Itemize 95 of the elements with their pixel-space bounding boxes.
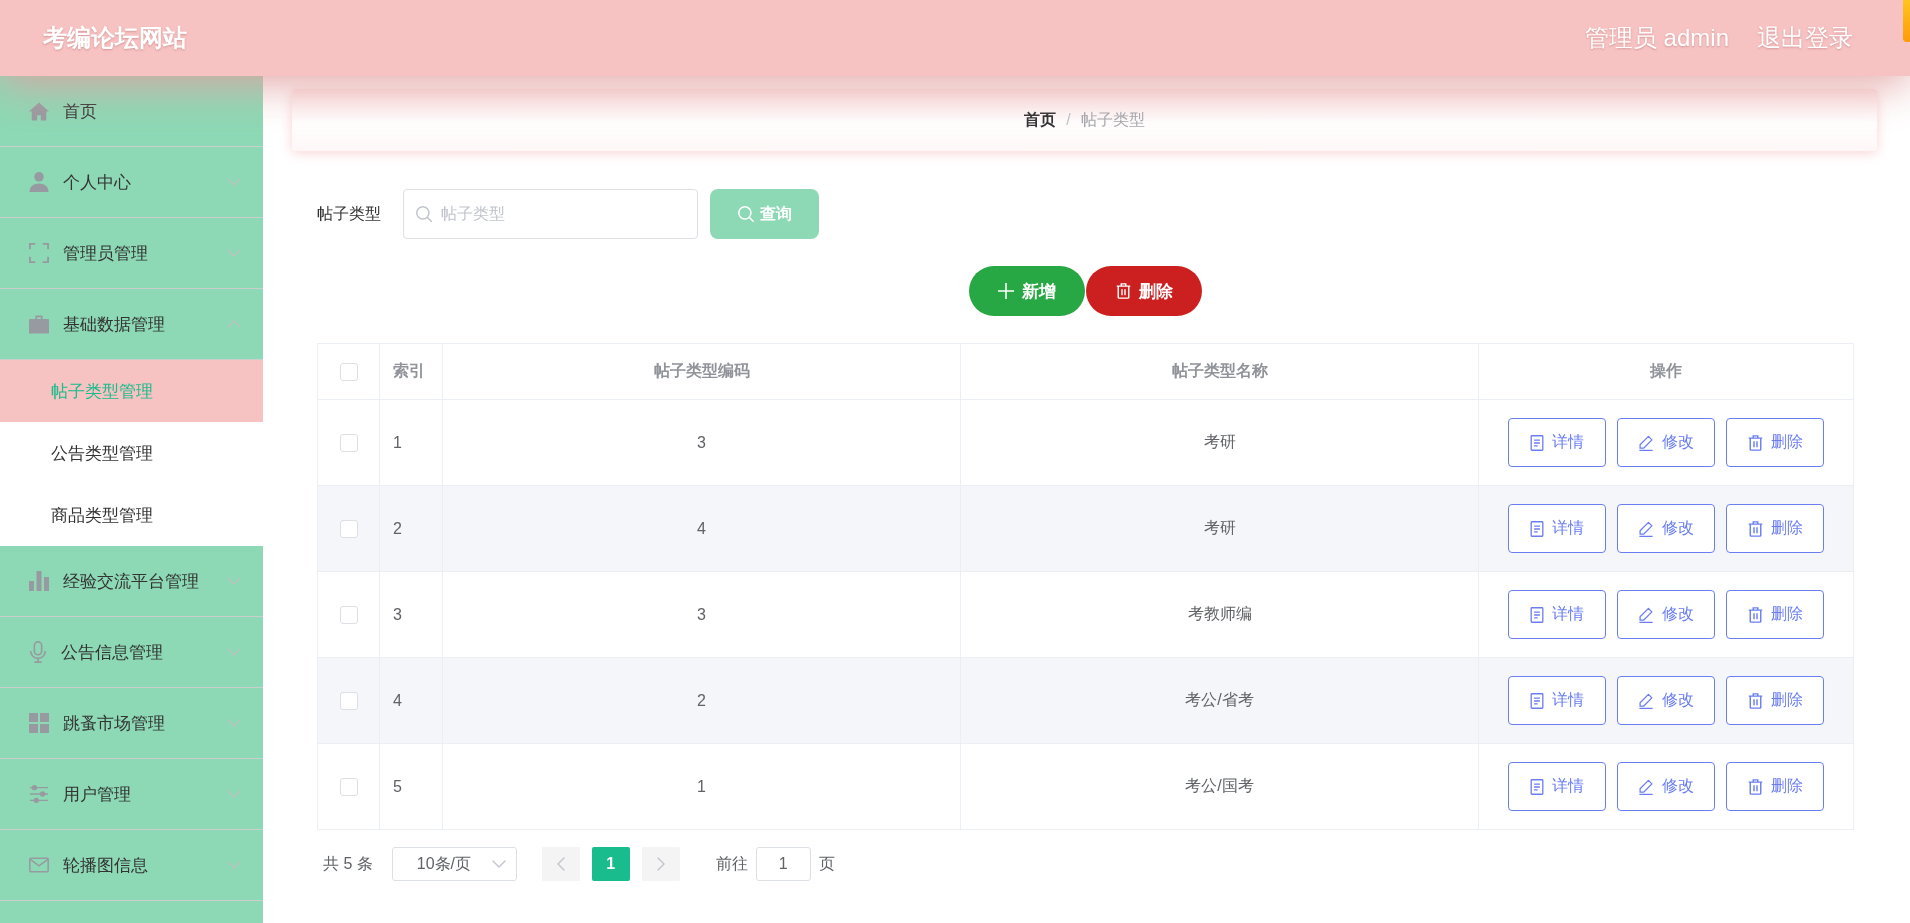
sidebar-item[interactable]: 首页	[0, 76, 263, 147]
page-size-select[interactable]: 10条/页	[391, 847, 517, 881]
column-header: 索引	[379, 343, 443, 400]
table-cell: 2	[379, 485, 443, 572]
table-cell: 1	[442, 743, 961, 830]
sidebar-item[interactable]: 用户管理	[0, 759, 263, 830]
sidebar-item[interactable]: 轮播图信息	[0, 830, 263, 901]
table-cell: 考公/省考	[960, 657, 1479, 744]
table-cell: 考研	[960, 399, 1479, 486]
document-icon	[1530, 520, 1544, 537]
document-icon	[1530, 606, 1544, 623]
table-cell: 考教师编	[960, 571, 1479, 658]
checkbox[interactable]	[339, 605, 358, 624]
chevron-right-icon	[656, 857, 665, 871]
table-cell: 3	[442, 399, 961, 486]
document-icon	[1530, 778, 1544, 795]
scroll-thumb[interactable]	[1903, 0, 1910, 42]
pencil-icon	[1638, 778, 1654, 795]
table-cell: 3	[379, 571, 443, 658]
column-header: 帖子类型编码	[442, 343, 961, 400]
pencil-icon	[1638, 606, 1654, 623]
page-button[interactable]: 1	[591, 847, 630, 881]
page-suffix: 页	[818, 853, 835, 874]
pencil-icon	[1638, 692, 1654, 709]
sliders-icon	[29, 784, 49, 804]
checkbox[interactable]	[339, 691, 358, 710]
search-field[interactable]: 帖子类型	[403, 189, 698, 239]
detail-button[interactable]: 详情	[1508, 590, 1606, 639]
delete-button[interactable]: 删除	[1726, 418, 1824, 467]
document-icon	[1530, 434, 1544, 451]
edit-button[interactable]: 修改	[1617, 590, 1715, 639]
delete-button[interactable]: 删除	[1726, 504, 1824, 553]
sidebar-item[interactable]: 跳蚤市场管理	[0, 688, 263, 759]
edit-button[interactable]: 修改	[1617, 762, 1715, 811]
table-cell: 4	[379, 657, 443, 744]
add-button[interactable]: 新增	[969, 266, 1085, 316]
site-title: 考编论坛网站	[43, 23, 187, 53]
trash-icon	[1747, 434, 1763, 451]
user-icon	[29, 172, 49, 192]
table-cell: 4	[442, 485, 961, 572]
table-cell: 5	[379, 743, 443, 830]
table-cell: 考研	[960, 485, 1479, 572]
trash-icon	[1747, 606, 1763, 623]
home-icon	[29, 101, 49, 121]
table-cell: 1	[379, 399, 443, 486]
edit-button[interactable]: 修改	[1617, 676, 1715, 725]
total-count: 共 5 条	[323, 853, 373, 874]
edit-button[interactable]: 修改	[1617, 418, 1715, 467]
table-cell: 3	[442, 571, 961, 658]
detail-button[interactable]: 详情	[1508, 676, 1606, 725]
briefcase-icon	[29, 314, 49, 334]
trash-icon	[1747, 692, 1763, 709]
breadcrumb-item: 帖子类型	[1080, 109, 1145, 130]
detail-button[interactable]: 详情	[1508, 418, 1606, 467]
edit-button[interactable]: 修改	[1617, 504, 1715, 553]
plus-icon	[998, 283, 1014, 299]
delete-button[interactable]: 删除	[1086, 266, 1202, 316]
pencil-icon	[1638, 434, 1654, 451]
checkbox[interactable]	[339, 362, 358, 381]
pencil-icon	[1638, 520, 1654, 537]
checkbox[interactable]	[339, 777, 358, 796]
user-label: 管理员 admin	[1584, 23, 1729, 53]
microphone-icon	[29, 641, 47, 663]
table-cell: 考公/国考	[960, 743, 1479, 830]
sidebar-item[interactable]: 公告信息管理	[0, 617, 263, 688]
checkbox[interactable]	[339, 519, 358, 538]
checkbox[interactable]	[339, 433, 358, 452]
breadcrumb-item[interactable]: 首页	[1024, 109, 1057, 131]
column-header: 帖子类型名称	[960, 343, 1479, 400]
detail-button[interactable]: 详情	[1508, 762, 1606, 811]
delete-button[interactable]: 删除	[1726, 762, 1824, 811]
trash-icon	[1747, 778, 1763, 795]
bar-chart-icon	[29, 571, 49, 591]
goto-label: 前往	[715, 853, 748, 874]
search-icon	[737, 206, 754, 222]
corners-icon	[29, 243, 49, 263]
delete-button[interactable]: 删除	[1726, 590, 1824, 639]
search-label: 帖子类型	[317, 203, 382, 224]
sidebar-item[interactable]: 管理员管理	[0, 218, 263, 289]
caret-icon	[491, 860, 506, 868]
column-header: 操作	[1478, 343, 1854, 400]
breadcrumb-separator: /	[1066, 111, 1071, 129]
table-cell: 2	[442, 657, 961, 744]
delete-button[interactable]: 删除	[1726, 676, 1824, 725]
trash-icon	[1115, 283, 1131, 299]
page-input[interactable]: 1	[755, 847, 811, 881]
search-icon	[416, 206, 432, 222]
detail-button[interactable]: 详情	[1508, 504, 1606, 553]
document-icon	[1530, 692, 1544, 709]
grid-icon	[29, 713, 49, 733]
trash-icon	[1747, 520, 1763, 537]
mail-icon	[29, 857, 49, 873]
sidebar-item[interactable]: 个人中心	[0, 147, 263, 218]
sidebar-item[interactable]: 经验交流平台管理	[0, 546, 263, 617]
chevron-left-icon	[556, 857, 565, 871]
